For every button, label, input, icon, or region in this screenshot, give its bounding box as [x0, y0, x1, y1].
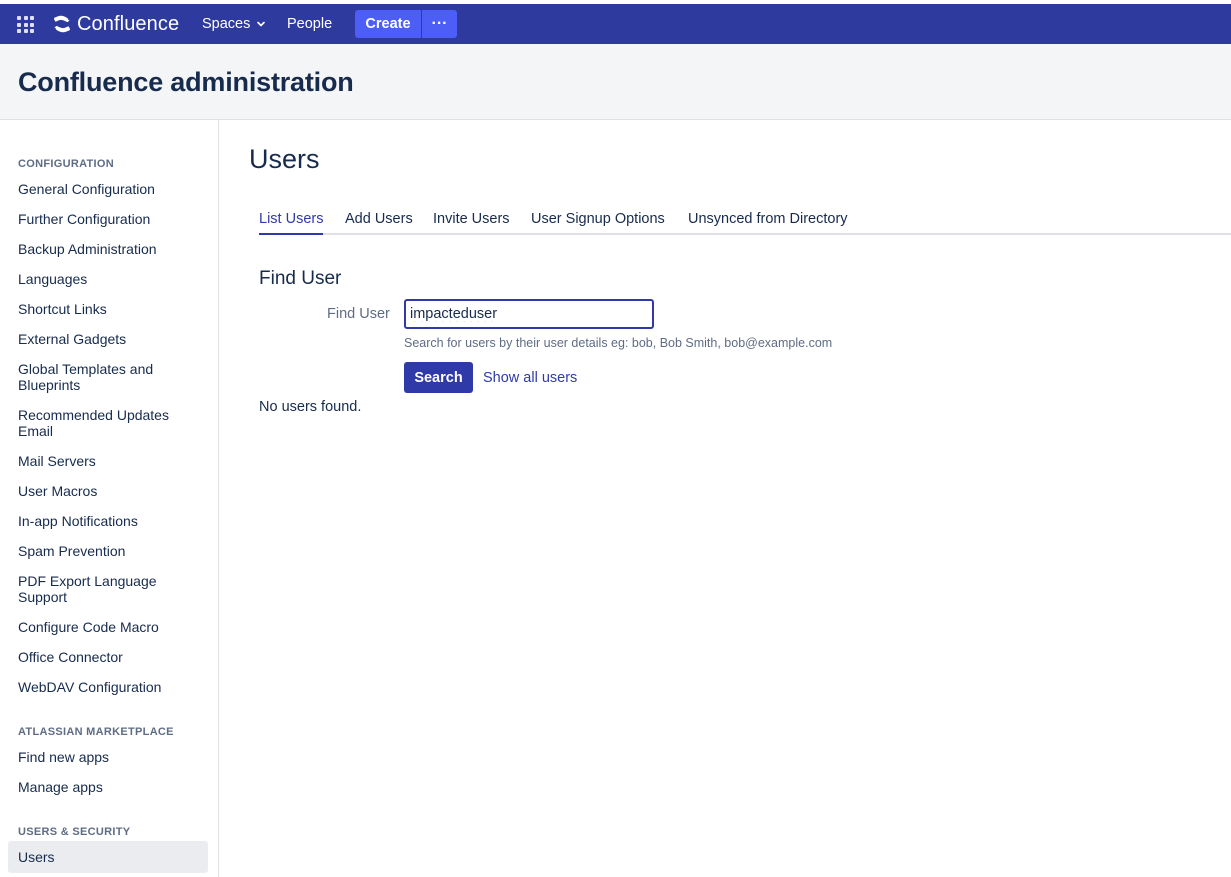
main-content: Users List Users Add Users Invite Users … [220, 120, 1231, 877]
confluence-logo[interactable]: Confluence [53, 12, 179, 36]
more-create-options-button[interactable]: ··· [422, 10, 457, 38]
tab-invite-users[interactable]: Invite Users [433, 211, 510, 235]
show-all-users-link[interactable]: Show all users [483, 370, 577, 386]
find-user-heading: Find User [259, 268, 342, 289]
tab-list-users[interactable]: List Users [259, 211, 324, 235]
search-button[interactable]: Search [404, 362, 473, 393]
sidebar-heading-users-security: USERS & SECURITY [18, 826, 131, 838]
no-users-found-message: No users found. [259, 399, 362, 415]
top-navigation-bar: Confluence Spaces People Create ··· [0, 4, 1231, 44]
chevron-down-icon [257, 21, 266, 27]
app-name: Confluence [77, 12, 180, 35]
sidebar-heading-configuration: CONFIGURATION [18, 158, 114, 170]
sidebar-item-recommended-updates-email[interactable]: Recommended Updates Email [18, 407, 183, 439]
sidebar-item-external-gadgets[interactable]: External Gadgets [18, 331, 203, 347]
sidebar-item-backup-administration[interactable]: Backup Administration [18, 241, 203, 257]
sidebar-item-spam-prevention[interactable]: Spam Prevention [18, 543, 203, 559]
sidebar-item-further-configuration[interactable]: Further Configuration [18, 211, 203, 227]
user-tabs: List Users Add Users Invite Users User S… [259, 210, 1231, 235]
sidebar-item-manage-apps[interactable]: Manage apps [18, 779, 203, 795]
more-icon: ··· [431, 15, 448, 32]
tab-add-users[interactable]: Add Users [345, 211, 413, 235]
sidebar-item-users[interactable]: Users [8, 841, 208, 873]
sidebar-item-general-configuration[interactable]: General Configuration [18, 181, 203, 197]
sidebar-item-mail-servers[interactable]: Mail Servers [18, 453, 203, 469]
sidebar-item-global-templates[interactable]: Global Templates and Blueprints [18, 361, 178, 393]
find-user-help-text: Search for users by their user details e… [404, 336, 833, 350]
admin-title: Confluence administration [18, 67, 354, 97]
tab-unsynced-from-directory[interactable]: Unsynced from Directory [688, 211, 848, 235]
sidebar-item-user-macros[interactable]: User Macros [18, 483, 203, 499]
app-switcher-icon[interactable] [17, 16, 34, 33]
spaces-menu[interactable]: Spaces [202, 14, 266, 34]
sidebar-item-webdav-configuration[interactable]: WebDAV Configuration [18, 679, 203, 695]
admin-banner: Confluence administration [0, 44, 1231, 120]
sidebar-item-in-app-notifications[interactable]: In-app Notifications [18, 513, 203, 529]
admin-sidebar: CONFIGURATION General Configuration Furt… [0, 120, 219, 877]
create-button[interactable]: Create [355, 10, 421, 38]
tab-user-signup-options[interactable]: User Signup Options [531, 211, 665, 235]
sidebar-item-configure-code-macro[interactable]: Configure Code Macro [18, 619, 203, 635]
sidebar-item-find-new-apps[interactable]: Find new apps [18, 749, 203, 765]
people-link[interactable]: People [287, 14, 332, 34]
sidebar-heading-atlassian-marketplace: ATLASSIAN MARKETPLACE [18, 726, 174, 738]
find-user-label: Find User [327, 306, 390, 322]
confluence-logo-icon [53, 15, 71, 33]
sidebar-item-pdf-export-language-support[interactable]: PDF Export Language Support [18, 573, 178, 605]
page-title: Users [249, 144, 320, 174]
sidebar-item-shortcut-links[interactable]: Shortcut Links [18, 301, 203, 317]
spaces-label: Spaces [202, 16, 251, 32]
sidebar-item-office-connector[interactable]: Office Connector [18, 649, 203, 665]
sidebar-item-languages[interactable]: Languages [18, 271, 203, 287]
find-user-input[interactable] [404, 299, 654, 329]
